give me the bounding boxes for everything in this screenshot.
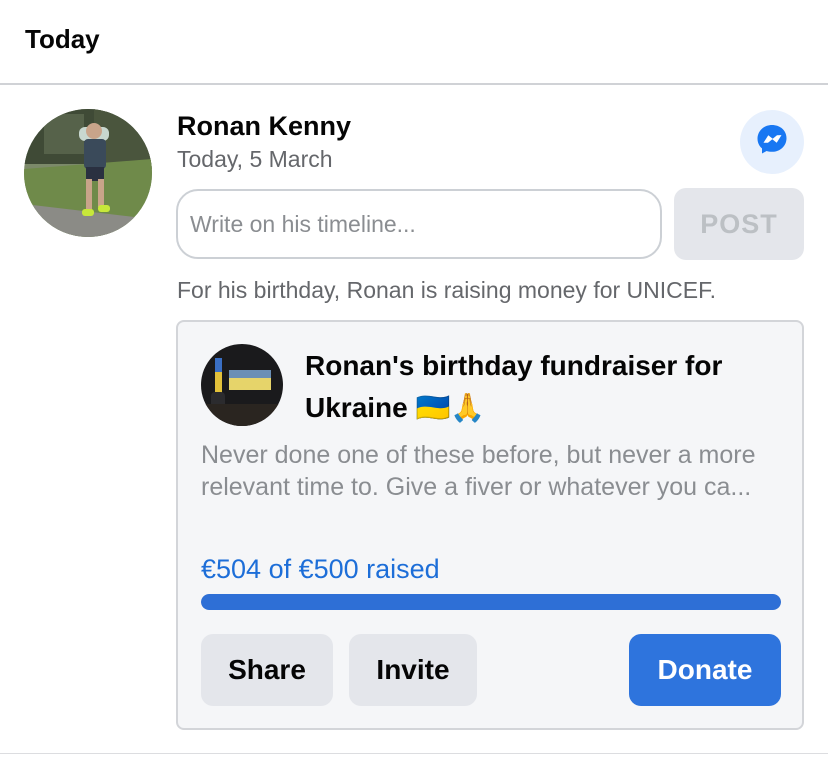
share-button[interactable]: Share (201, 634, 333, 706)
avatar[interactable] (24, 109, 152, 237)
post-date: Today, 5 March (177, 146, 333, 172)
fundraiser-caption: For his birthday, Ronan is raising money… (177, 277, 716, 303)
fundraiser-image (201, 344, 283, 426)
divider (0, 753, 828, 754)
timeline-input[interactable] (176, 189, 662, 259)
divider (0, 83, 828, 85)
fundraiser-description: Never done one of these before, but neve… (201, 441, 756, 501)
person-name[interactable]: Ronan Kenny (177, 111, 351, 142)
fundraiser-card[interactable]: Ronan's birthday fundraiser for Ukraine … (176, 320, 804, 730)
post-button[interactable]: POST (674, 188, 804, 260)
messenger-button[interactable] (740, 110, 804, 174)
messenger-icon (755, 123, 789, 162)
section-title: Today (25, 24, 100, 54)
raised-amount: €504 of €500 raised (201, 554, 440, 584)
progress-bar (201, 594, 781, 610)
donate-button[interactable]: Donate (629, 634, 781, 706)
fundraiser-title[interactable]: Ronan's birthday fundraiser for Ukraine … (305, 345, 785, 429)
progress-fill (201, 594, 781, 610)
invite-button[interactable]: Invite (349, 634, 477, 706)
